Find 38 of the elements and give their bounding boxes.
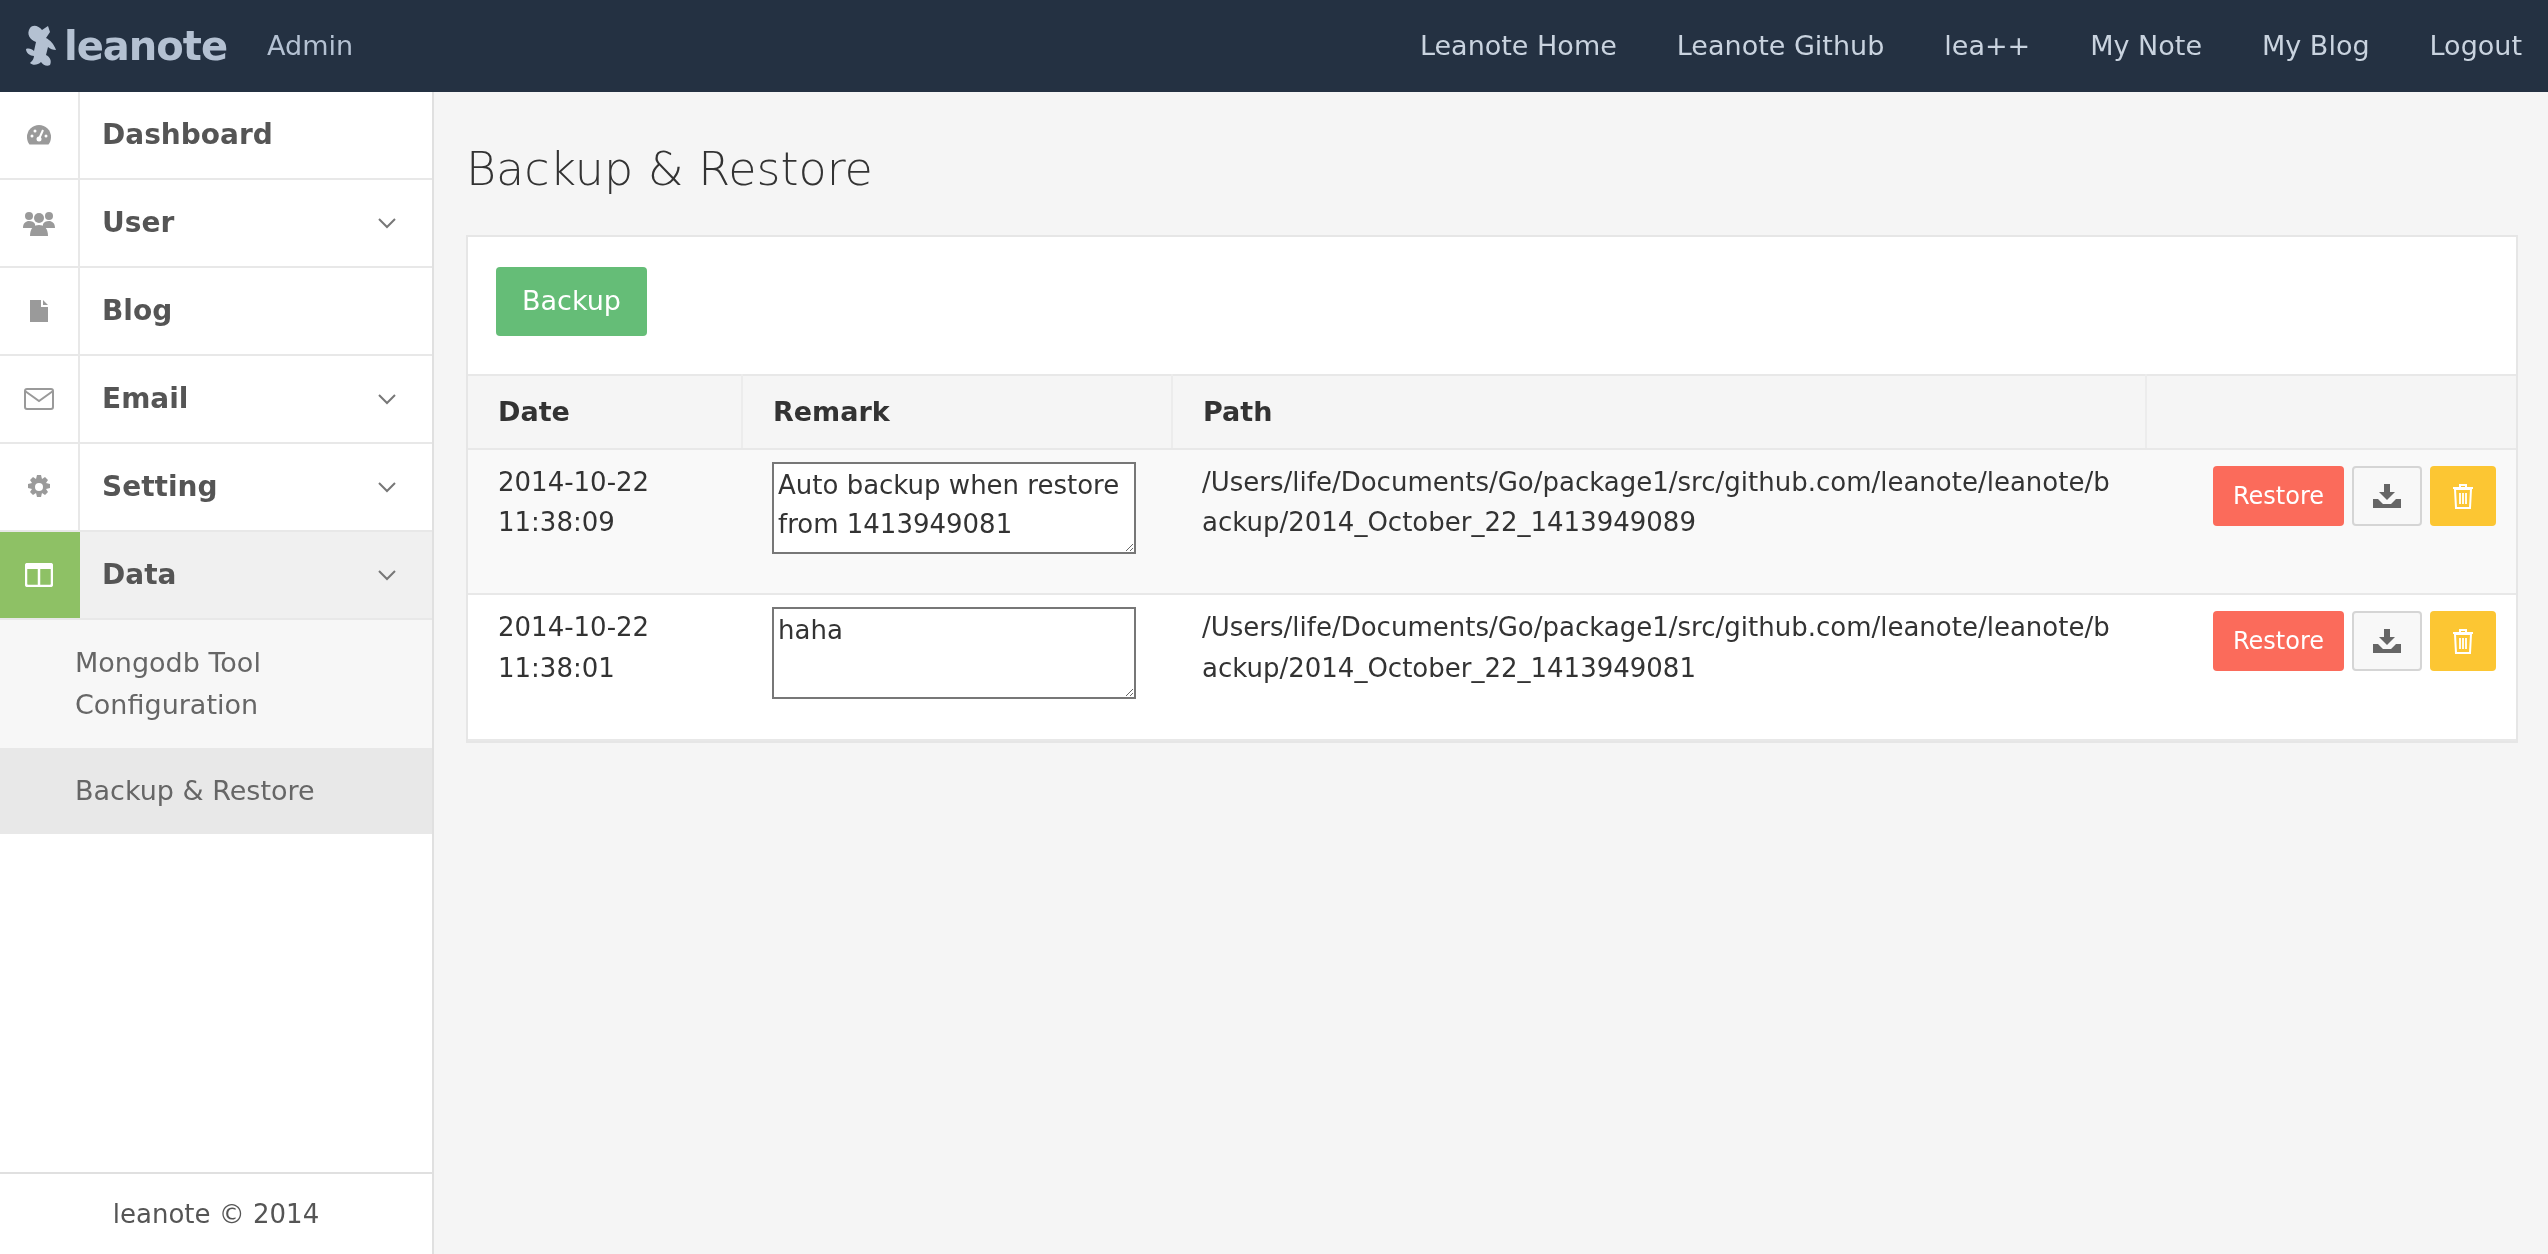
download-icon [2373,629,2401,654]
download-button[interactable] [2352,466,2422,527]
logo-text[interactable]: leanote [64,16,228,76]
nav-link[interactable]: My Note [2090,25,2202,67]
admin-label: Admin [267,28,354,63]
download-button[interactable] [2352,611,2422,672]
file-icon [30,300,48,322]
column-header: Date [468,374,742,450]
envelope-icon [24,388,54,410]
page-title: Backup & Restore [466,142,874,198]
nav-link[interactable]: Leanote Home [1419,25,1617,67]
footer-text: leanote © 2014 [0,1172,432,1254]
column-header: Path [1172,374,2146,450]
sidebar-item[interactable]: Data [0,532,432,620]
sidebar-item[interactable]: Dashboard [0,92,432,180]
sidebar-item[interactable]: Blog [0,268,432,356]
nav-link[interactable]: Leanote Github [1676,25,1885,67]
column-header: Remark [742,374,1172,450]
nav-link[interactable]: lea++ [1944,25,2031,67]
sidebar-item[interactable]: Email [0,356,432,444]
group-icon [23,210,55,236]
remark-field[interactable]: haha [772,607,1136,700]
remark-field[interactable]: Auto backup when restore from 1413949081 [772,462,1136,555]
sidebar-subitem[interactable]: Mongodb Tool Configuration [0,620,432,748]
trash-icon [2452,628,2474,655]
sidebar-subitem[interactable]: Backup & Restore [0,747,432,834]
gauge-icon [26,124,52,146]
columns-icon [25,563,53,587]
nav-link[interactable]: Logout [2429,25,2522,67]
trash-icon [2452,483,2474,510]
gear-icon [27,475,51,499]
nav-link[interactable]: My Blog [2262,25,2370,67]
date-cell: 2014-10-22 11:38:01 [468,594,742,740]
date-cell: 2014-10-22 11:38:09 [468,449,742,595]
sidebar-item[interactable]: User [0,180,432,268]
path-cell: /Users/life/Documents/Go/package1/src/github.com/leanote/leanote/backup/2014_October_22_1413949089 [1172,449,2146,595]
path-cell: /Users/life/Documents/Go/package1/src/github.com/leanote/leanote/backup/2014_October_22_1413949081 [1172,594,2146,740]
download-icon [2373,484,2401,509]
